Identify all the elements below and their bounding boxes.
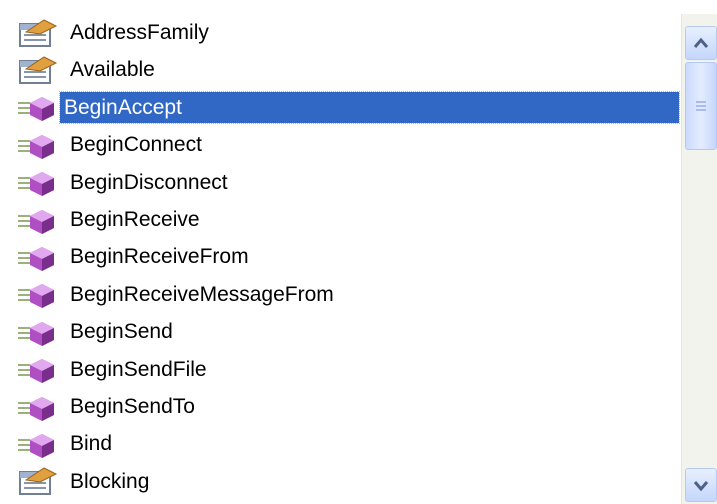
member-list-item[interactable]: AddressFamily (0, 14, 681, 51)
chevron-up-icon (693, 37, 709, 48)
vertical-scrollbar[interactable] (681, 14, 717, 504)
member-list-item[interactable]: BeginConnect (0, 126, 681, 163)
member-name: BeginReceive (70, 208, 200, 232)
member-list-item[interactable]: Bind (0, 425, 681, 462)
member-name: BeginSend (70, 320, 173, 344)
member-name: BeginReceiveMessageFrom (70, 282, 334, 306)
method-icon (18, 321, 54, 346)
property-icon (19, 19, 58, 47)
method-icon (18, 97, 54, 122)
method-icon (18, 284, 54, 309)
property-icon (19, 56, 58, 85)
member-name: BeginSendTo (70, 395, 195, 418)
member-name: BeginAccept (59, 90, 680, 125)
member-list[interactable]: AddressFamily Available BeginAccept Begi… (0, 14, 681, 504)
member-list-item[interactable]: BeginDisconnect (0, 164, 681, 201)
member-name: BeginSendFile (70, 357, 207, 381)
method-icon (18, 247, 54, 272)
member-list-item[interactable]: Available (0, 51, 681, 88)
method-icon (18, 209, 54, 234)
member-list-item[interactable]: Blocking (0, 463, 681, 500)
method-icon (18, 433, 54, 458)
member-list-item[interactable]: BeginSendFile (0, 351, 681, 388)
chevron-down-icon (693, 481, 709, 491)
member-name: BeginDisconnect (70, 170, 228, 194)
scroll-thumb[interactable] (685, 62, 717, 150)
member-name: BeginConnect (70, 133, 202, 157)
intellisense-popup: AddressFamily Available BeginAccept Begi… (0, 0, 717, 504)
scroll-down-button[interactable] (685, 468, 717, 502)
method-icon (18, 134, 54, 159)
method-icon (18, 359, 54, 384)
member-name: Bind (70, 432, 113, 456)
member-list-item[interactable]: BeginSend (0, 313, 681, 350)
method-icon (18, 396, 54, 421)
member-name: AddressFamily (70, 21, 209, 45)
scroll-up-button[interactable] (685, 26, 717, 60)
property-icon (19, 467, 58, 496)
member-name: Blocking (70, 469, 150, 493)
member-list-item[interactable]: BeginAccept (0, 89, 681, 126)
method-icon (18, 172, 54, 197)
member-list-item[interactable]: BeginReceive (0, 201, 681, 238)
member-name: BeginReceiveFrom (70, 245, 249, 269)
member-list-item[interactable]: BeginSendTo (0, 388, 681, 425)
member-name: Available (70, 58, 155, 82)
member-list-item[interactable]: BeginReceiveMessageFrom (0, 276, 681, 313)
member-list-item[interactable]: BeginReceiveFrom (0, 238, 681, 275)
